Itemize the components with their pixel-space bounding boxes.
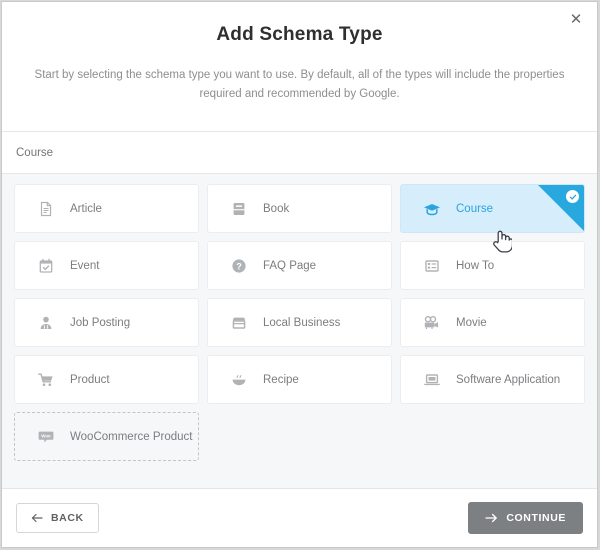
add-schema-type-modal: ✕ Add Schema Type Start by selecting the… [1,1,598,548]
arrow-left-icon [31,513,43,523]
list-icon [423,257,441,275]
graduation-cap-icon [423,200,441,218]
schema-type-card[interactable]: Local Business [207,298,392,347]
schema-type-card[interactable]: Event [14,241,199,290]
schema-type-label: Book [263,202,290,215]
person-icon [37,314,55,332]
schema-type-card[interactable]: Woo WooCommerce Product [14,412,199,461]
woocommerce-icon: Woo [37,428,55,446]
schema-type-card[interactable]: Article [14,184,199,233]
svg-text:Woo: Woo [41,433,51,438]
page-title: Add Schema Type [216,24,383,45]
schema-type-label: Local Business [263,316,341,329]
schema-type-label: Job Posting [70,316,131,329]
schema-type-grid: Article Book Course Event? FAQ Page How To Job… [14,184,585,461]
storefront-icon [230,314,248,332]
continue-button[interactable]: CONTINUE [468,502,583,534]
search-input[interactable] [16,146,583,159]
schema-type-label: Software Application [456,373,561,386]
schema-type-label: Recipe [263,373,299,386]
laptop-icon [423,371,441,389]
schema-type-card[interactable]: Job Posting [14,298,199,347]
modal-header: ✕ Add Schema Type Start by selecting the… [2,2,597,132]
book-icon [230,200,248,218]
continue-button-label: CONTINUE [506,512,566,524]
search-row[interactable] [2,132,597,174]
arrow-right-icon [485,513,498,523]
schema-type-label: FAQ Page [263,259,317,272]
schema-type-card[interactable]: Recipe [207,355,392,404]
schema-type-card[interactable]: How To [400,241,585,290]
calendar-icon [37,257,55,275]
modal-subtitle: Start by selecting the schema type you w… [34,69,565,100]
schema-type-label: Course [456,202,494,215]
bowl-icon [230,371,248,389]
schema-type-label: WooCommerce Product [70,430,193,443]
film-camera-icon [423,314,441,332]
schema-type-card[interactable]: Book [207,184,392,233]
schema-type-card[interactable]: Software Application [400,355,585,404]
back-button-label: BACK [51,512,84,524]
schema-type-label: Movie [456,316,487,329]
schema-type-card[interactable]: Movie [400,298,585,347]
schema-type-grid-area: Article Book Course Event? FAQ Page How To Job… [2,174,597,488]
check-icon [566,190,579,203]
schema-type-label: Product [70,373,110,386]
schema-type-label: Article [70,202,102,215]
schema-type-label: Event [70,259,100,272]
shopping-cart-icon [37,371,55,389]
svg-text:?: ? [236,261,242,271]
back-button[interactable]: BACK [16,503,99,533]
modal-footer: BACK CONTINUE [2,488,597,547]
selected-ribbon [538,185,584,231]
schema-type-label: How To [456,259,495,272]
schema-type-card[interactable]: Course [400,184,585,233]
question-circle-icon: ? [230,257,248,275]
article-icon [37,200,55,218]
schema-type-card[interactable]: Product [14,355,199,404]
close-icon[interactable]: ✕ [565,8,587,30]
schema-type-card[interactable]: ? FAQ Page [207,241,392,290]
